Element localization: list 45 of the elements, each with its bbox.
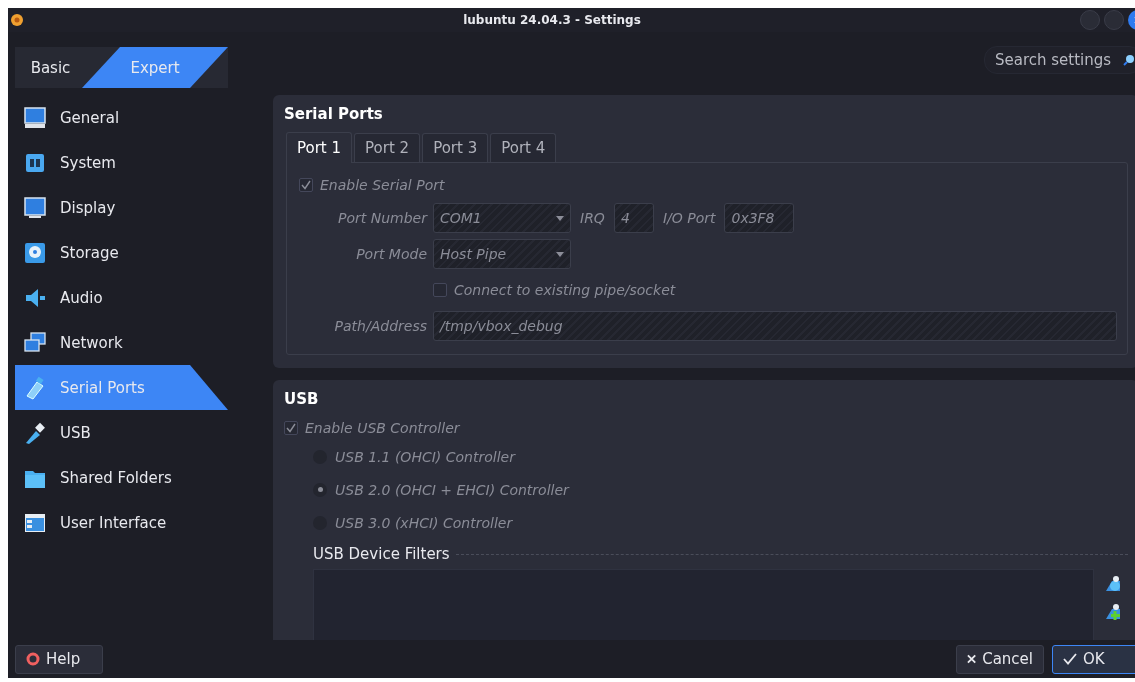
add-filter-icon	[1104, 603, 1122, 621]
filter-icon	[1104, 575, 1122, 593]
mode-tab[interactable]: Basic	[15, 47, 82, 88]
field-label: I/O Port	[662, 210, 716, 226]
sidebar-item[interactable]: System	[15, 140, 228, 185]
sidebar-item[interactable]: Audio	[15, 275, 228, 320]
ok-button[interactable]: OK	[1052, 644, 1135, 674]
group-title: USB Device Filters	[313, 545, 450, 563]
usb-icon	[23, 420, 47, 445]
section-title: USB	[284, 390, 320, 408]
radio-label: USB 3.0 (xHCI) Controller	[335, 514, 513, 531]
check-icon	[1063, 653, 1077, 665]
radio-label: USB 1.1 (OHCI) Controller	[335, 448, 515, 465]
monitor-icon	[23, 105, 47, 130]
close-icon	[967, 654, 977, 664]
caret-icon	[556, 251, 564, 257]
sidebar-item[interactable]: Display	[15, 185, 228, 230]
check-icon	[301, 180, 311, 190]
sidebar-item[interactable]: General	[15, 95, 228, 140]
sidebar-item[interactable]: User Interface	[15, 500, 228, 545]
minimize-button[interactable]	[1080, 10, 1100, 30]
lifebuoy-icon	[26, 652, 40, 666]
search-icon	[1123, 53, 1135, 66]
check-icon	[286, 423, 296, 433]
sidebar-item[interactable]: Storage	[15, 230, 228, 275]
caret-icon	[556, 215, 564, 221]
sidebar-item[interactable]: USB	[15, 410, 228, 455]
field-label: Path/Address	[333, 318, 427, 334]
gear-icon	[10, 13, 24, 27]
field-label: Port Mode	[355, 246, 427, 262]
window-title: lubuntu 24.04.3 - Settings	[462, 13, 642, 27]
checkbox-label: Enable Serial Port	[320, 177, 445, 193]
field-label: Port Number	[337, 210, 427, 226]
radio-label: USB 2.0 (OHCI + EHCI) Controller	[335, 481, 569, 498]
checkbox-label: Enable USB Controller	[305, 420, 460, 436]
sidebar-item[interactable]: Shared Folders	[15, 455, 228, 500]
sidebar-item[interactable]: Network	[15, 320, 228, 365]
field-label: IRQ	[580, 210, 605, 226]
section-title: Serial Ports	[284, 105, 384, 123]
help-button[interactable]: Help	[15, 644, 103, 674]
cancel-button[interactable]: Cancel	[956, 644, 1044, 674]
search-field[interactable]: Search settings	[984, 45, 1135, 74]
monitor-icon	[23, 195, 47, 220]
checkbox-label: Connect to existing pipe/socket	[454, 282, 676, 298]
screens-icon	[23, 330, 47, 355]
